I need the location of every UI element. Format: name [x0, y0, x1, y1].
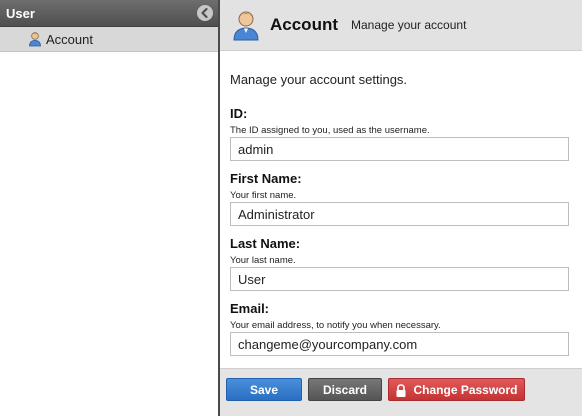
- intro-text: Manage your account settings.: [230, 72, 408, 87]
- discard-button[interactable]: Discard: [308, 378, 382, 401]
- page-subtitle: Manage your account: [351, 18, 467, 32]
- app-window: User Account Account Manage your account…: [0, 0, 582, 416]
- change-password-button[interactable]: Change Password: [388, 378, 525, 401]
- first-name-label: First Name:: [230, 171, 302, 186]
- first-name-field[interactable]: [230, 202, 569, 226]
- collapse-sidebar-button[interactable]: [197, 5, 213, 21]
- main-panel: Account Manage your account Manage your …: [220, 0, 582, 416]
- sidebar: User Account: [0, 0, 218, 416]
- last-name-label: Last Name:: [230, 236, 301, 251]
- page-title: Account: [270, 15, 338, 34]
- sidebar-item-account[interactable]: Account: [0, 27, 218, 52]
- lock-icon: [395, 383, 407, 406]
- id-field[interactable]: [230, 137, 569, 161]
- chevron-left-icon: [201, 7, 208, 19]
- email-field[interactable]: [230, 332, 569, 356]
- first-name-description: Your first name.: [230, 190, 297, 201]
- id-description: The ID assigned to you, used as the user…: [230, 125, 430, 136]
- sidebar-header: User: [0, 0, 218, 27]
- change-password-label: Change Password: [413, 383, 518, 397]
- main-header: Account Manage your account: [220, 0, 582, 51]
- account-icon: [232, 9, 260, 46]
- id-label: ID:: [230, 106, 248, 121]
- form-footer: Save Discard Change Password: [220, 368, 582, 416]
- last-name-field[interactable]: [230, 267, 569, 291]
- email-description: Your email address, to notify you when n…: [230, 320, 441, 331]
- email-label: Email:: [230, 301, 270, 316]
- save-button[interactable]: Save: [226, 378, 302, 401]
- sidebar-item-label: Account: [46, 32, 93, 47]
- user-icon: [28, 31, 42, 52]
- sidebar-title: User: [6, 6, 35, 21]
- last-name-description: Your last name.: [230, 255, 296, 266]
